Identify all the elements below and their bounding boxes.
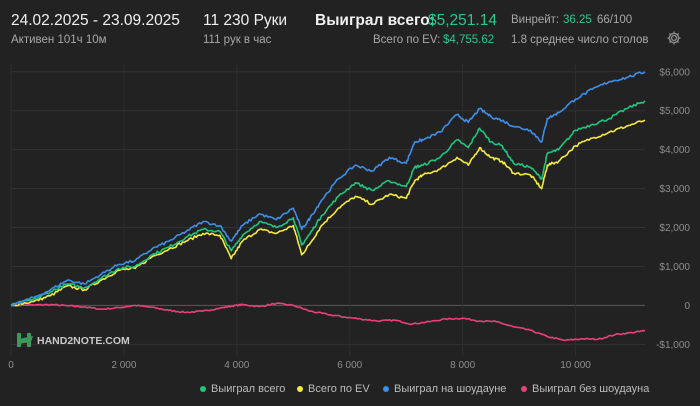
y-tick-label: $2,000 <box>659 223 690 234</box>
legend-dot-ev <box>297 386 303 392</box>
summary-header: 24.02.2025 - 23.09.2025 Активен 101ч 10м… <box>0 0 700 56</box>
y-tick-label: $5,000 <box>659 106 690 117</box>
won-value: $5,251.14 <box>428 12 497 29</box>
series-lines <box>10 71 646 342</box>
legend-item-won[interactable]: Выиграл всего <box>200 383 285 395</box>
ev-value: $4,755.62 <box>443 34 495 46</box>
watermark: HAND2NOTE.COM <box>17 333 130 347</box>
winrate-score: 66/100 <box>597 14 633 26</box>
x-tick-label: 8 000 <box>450 360 475 371</box>
legend-item-ev[interactable]: Всего по EV <box>297 383 370 395</box>
profit-chart: $6,000 $5,000 $4,000 $3,000 $2,000 $1,000 0 -$1… <box>8 64 690 371</box>
x-axis-ticks: 0 2 000 4 000 6 000 8 000 10 000 <box>8 360 591 371</box>
legend-item-non-showdown[interactable]: Выиграл без шоудауна <box>521 383 649 395</box>
hands-count: 11 230 Руки <box>203 12 288 29</box>
x-tick-label: 6 000 <box>337 360 362 371</box>
hands-per-hour: 111 рук в час <box>203 34 272 46</box>
active-time: Активен 101ч 10м <box>11 34 107 46</box>
legend-dot-won <box>200 386 206 392</box>
avg-tables: 1.8 среднее число столов <box>511 34 649 46</box>
winrate-label: Винрейт: <box>511 14 560 26</box>
x-tick-label: 0 <box>8 360 14 371</box>
legend-dot-showdown <box>383 386 389 392</box>
watermark-text: HAND2NOTE.COM <box>37 335 130 347</box>
y-tick-label: $4,000 <box>659 145 690 156</box>
legend-dot-non-showdown <box>521 386 527 392</box>
h2n-logo-icon <box>17 333 33 347</box>
x-tick-label: 10 000 <box>560 360 591 371</box>
y-tick-label: $6,000 <box>659 67 690 78</box>
legend-label-non-showdown: Выиграл без шоудауна <box>532 383 650 395</box>
date-range: 24.02.2025 - 23.09.2025 <box>11 12 180 29</box>
won-label: Выиграл всего: <box>315 12 435 29</box>
y-tick-label: -$1,000 <box>656 340 690 351</box>
series-line-won <box>10 100 646 307</box>
x-tick-label: 2 000 <box>111 360 136 371</box>
y-tick-label: $1,000 <box>659 262 690 273</box>
series-line-ev <box>10 119 646 307</box>
legend-label-showdown: Выиграл на шоудауне <box>394 383 507 395</box>
legend-label-ev: Всего по EV <box>308 383 370 395</box>
y-tick-label: $3,000 <box>659 184 690 195</box>
y-tick-label: 0 <box>684 301 690 312</box>
chart-legend: Выиграл всего Всего по EV Выиграл на шоу… <box>0 383 700 401</box>
ev-label: Всего по EV: <box>373 34 441 46</box>
legend-item-showdown[interactable]: Выиграл на шоудауне <box>383 383 506 395</box>
legend-label-won: Выиграл всего <box>211 383 286 395</box>
x-tick-label: 4 000 <box>224 360 249 371</box>
gear-icon[interactable] <box>666 30 682 46</box>
y-axis-ticks: $6,000 $5,000 $4,000 $3,000 $2,000 $1,000 0 -$1… <box>656 67 690 351</box>
grid-lines <box>10 64 645 356</box>
winrate-value: 36.25 <box>563 14 592 26</box>
